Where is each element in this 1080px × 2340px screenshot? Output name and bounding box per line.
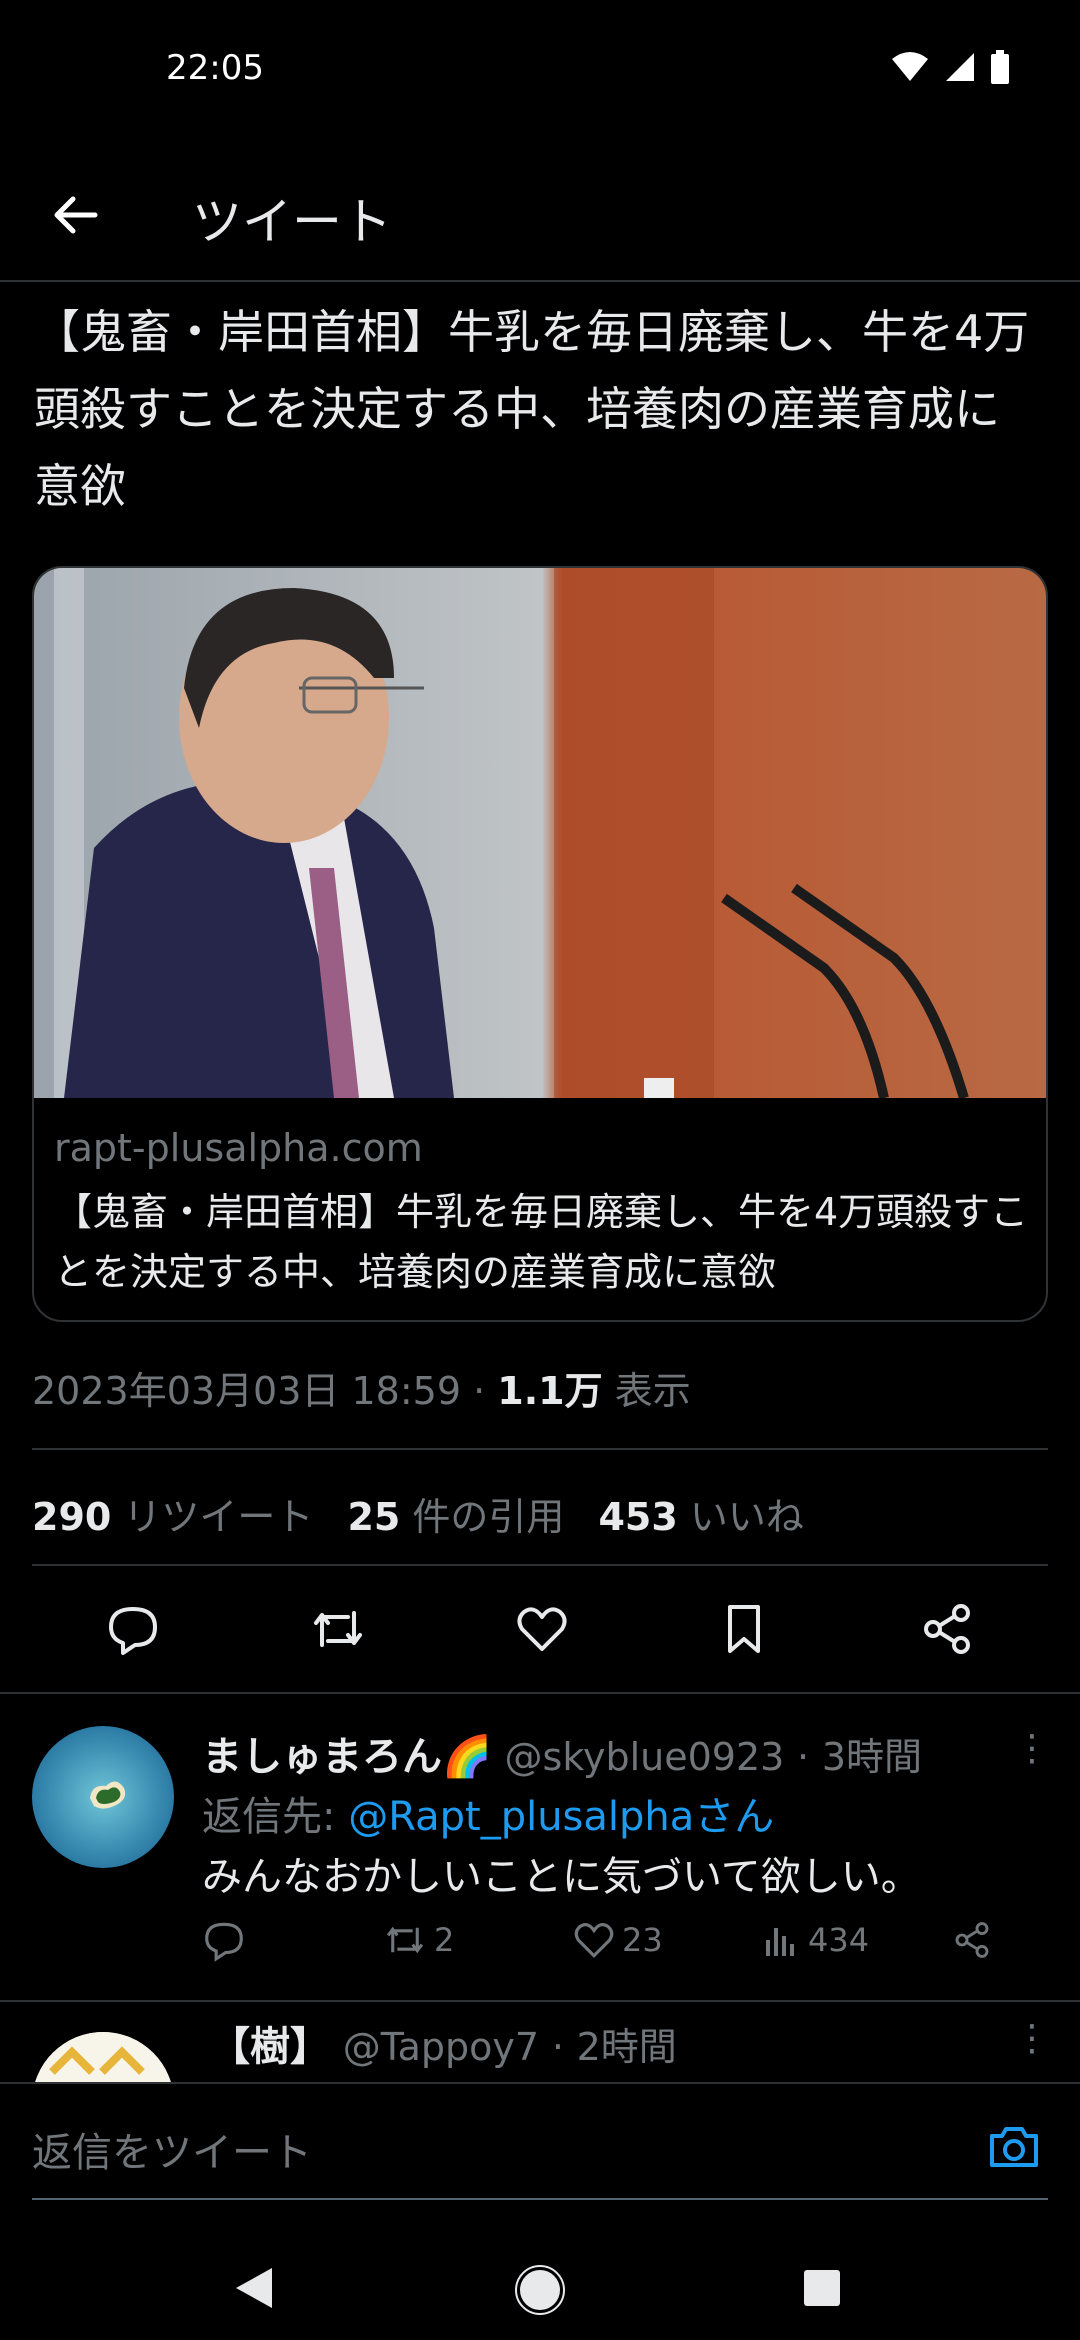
reply-icon [205,1922,243,1962]
signal-icon [946,53,974,81]
retweets-count: 290 [32,1495,112,1539]
quotes-count: 25 [347,1495,401,1539]
battery-icon [991,50,1009,84]
card-image [34,568,1046,1098]
card-domain: rapt-plusalpha.com [54,1126,423,1170]
reply-time: 3時間 [821,1735,923,1779]
back-arrow-icon [54,196,98,234]
reply-share-button[interactable] [952,1920,992,1960]
avatar-image [32,1726,174,1868]
nav-recents-icon[interactable] [802,2268,842,2308]
reply-to-link[interactable]: @Rapt_plusalphaさん [348,1794,774,1840]
share-icon [955,1922,989,1958]
tweet-timestamp: 2023年03月03日 18:59 [32,1369,462,1413]
likes-count: 453 [598,1495,678,1539]
divider [32,1564,1048,1566]
card-title: 【鬼畜・岸田首相】牛乳を毎日廃棄し、牛を4万頭殺すことを決定する中、培養肉の産業… [54,1190,1029,1294]
status-icons [890,50,1010,84]
like-icon[interactable] [514,1601,570,1657]
top-app-bar: ツイート [0,140,1080,282]
reply-views-count: 434 [808,1921,870,1959]
reply-icon[interactable] [105,1601,161,1657]
avatar[interactable] [32,2032,174,2082]
views-count: 1.1万 [497,1369,603,1413]
tweet-text: 【鬼畜・岸田首相】牛乳を毎日廃棄し、牛を4万頭殺すことを決定する中、培養肉の産業… [34,305,1030,513]
status-time: 22:05 [166,48,264,88]
reply-compose-bar: 返信をツイート [0,2082,1080,2206]
bookmark-icon[interactable] [716,1601,772,1657]
input-underline [32,2198,1048,2200]
camera-button[interactable] [986,2118,1042,2178]
separator-dot: · [797,1735,810,1779]
retweet-icon [386,1926,424,1954]
reply-input[interactable]: 返信をツイート [32,2120,312,2178]
separator-dot: · [551,2025,564,2069]
views-label: 表示 [614,1369,691,1413]
reply-retweet-count: 2 [434,1921,455,1959]
more-icon[interactable]: ⋮ [1014,1728,1050,1769]
likes-stat[interactable]: 453 いいね [598,1486,803,1541]
reply-reply-button[interactable] [202,1918,382,1962]
retweet-icon[interactable] [308,1601,368,1657]
share-icon[interactable] [919,1601,975,1657]
reply-time: 2時間 [576,2025,677,2069]
like-icon [574,1923,614,1958]
reply-like-count: 23 [622,1921,663,1959]
quotes-label: 件の引用 [412,1495,565,1539]
link-card[interactable]: rapt-plusalpha.com 【鬼畜・岸田首相】牛乳を毎日廃棄し、牛を4… [32,566,1048,1322]
reply-author-handle[interactable]: @Tappoy7 [343,2025,539,2069]
page-title: ツイート [192,193,392,251]
avatar-image [32,2032,174,2082]
reply-like-button[interactable]: 23 [572,1918,762,1962]
reply-views-button[interactable]: 434 [762,1920,952,1960]
system-nav-bar [0,2210,1080,2340]
avatar[interactable] [32,1726,174,1868]
reply-author-name[interactable]: ましゅまろん🌈 [202,1734,492,1780]
likes-label: いいね [689,1495,804,1539]
divider [32,1448,1048,1450]
reply-to-prefix: 返信先: [202,1794,349,1840]
back-button[interactable] [40,180,110,250]
camera-icon [990,2127,1038,2167]
reply-author-name[interactable]: 【樹】 [210,2024,330,2070]
reply-author-handle[interactable]: @skyblue0923 [505,1735,785,1779]
quotes-stat[interactable]: 25 件の引用 [347,1486,564,1541]
retweets-label: リツイート [123,1495,314,1539]
reply-to-line: 返信先: @Rapt_plusalphaさん [202,1784,774,1842]
tweet-meta: 2023年03月03日 18:59 · 1.1万 表示 [32,1369,691,1413]
nav-back-icon[interactable] [234,2266,274,2310]
more-icon[interactable]: ⋮ [1014,2018,1050,2059]
wifi-icon [892,52,928,81]
tweet-actions [32,1594,1048,1664]
reply-actions: 2 23 434 [202,1918,1022,1962]
analytics-icon [766,1928,794,1956]
nav-home-icon[interactable] [514,2264,566,2316]
retweets-stat[interactable]: 290 リツイート [32,1486,313,1541]
reply-retweet-button[interactable]: 2 [382,1918,572,1962]
engagement-stats: 290 リツイート 25 件の引用 453 いいね [32,1486,804,1541]
reply-text: みんなおかしいことに気づいて欲しい。 [202,1854,921,1900]
reply-item[interactable]: 【樹】 @Tappoy7 · 2時間 ⋮ [0,2002,1080,2082]
reply-item[interactable]: ましゅまろん🌈 @skyblue0923 · 3時間 ⋮ 返信先: @Rapt_… [0,1694,1080,2000]
